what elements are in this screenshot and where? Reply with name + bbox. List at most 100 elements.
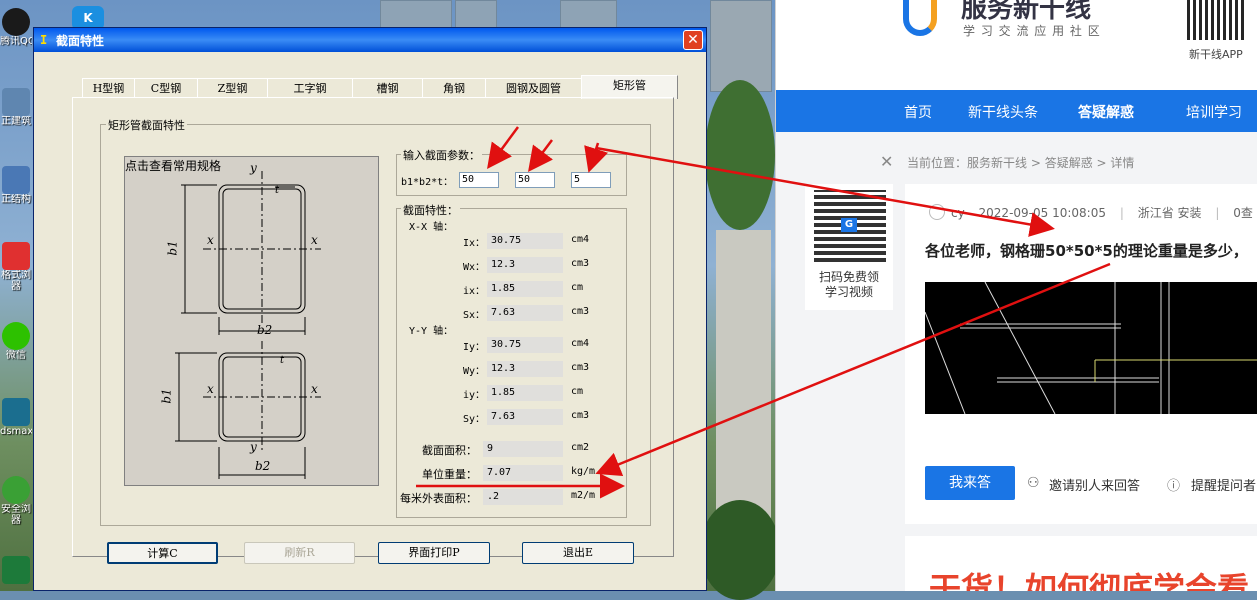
diagram-label-x: x <box>311 382 318 396</box>
background-trees <box>700 500 780 600</box>
app-label[interactable]: 新干线APP <box>1189 46 1243 62</box>
dialog-titlebar[interactable]: I 截面特性 ✕ <box>34 28 706 52</box>
diagram-label-b1: b1 <box>165 240 180 256</box>
desktop-icon-jianzhu[interactable]: 正建筑 <box>0 88 32 127</box>
b1-input[interactable]: 50 <box>459 172 499 188</box>
answer-button[interactable]: 我来答 <box>925 466 1015 500</box>
xx-axis-title: X-X 轴： <box>409 222 454 233</box>
info-icon: ⓘ <box>1167 479 1181 494</box>
post-author[interactable]: cy <box>951 206 965 220</box>
desktop-icon-browser[interactable]: 格式浏 器 <box>0 242 32 292</box>
wechat-icon <box>2 322 30 350</box>
area-label: 截面面积： <box>422 444 477 457</box>
desktop-icon-safe-browser[interactable]: 安全浏 器 <box>0 476 32 526</box>
safe-browser-icon <box>2 476 30 504</box>
desktop-icon-label: 正结构 <box>1 194 31 205</box>
breadcrumb-path[interactable]: 服务新干线 > 答疑解惑 > 详情 <box>967 156 1134 170</box>
ix-unit: cm4 <box>571 234 590 245</box>
wx-label: Wx： <box>462 262 485 273</box>
desktop-icon-wechat[interactable]: 微信 <box>0 322 32 361</box>
diagram-label-x: x <box>207 382 214 396</box>
weight-value: 7.07 <box>483 465 563 481</box>
refresh-button[interactable]: 刷新R <box>244 542 355 564</box>
desktop-icon-label: dsmax <box>0 426 32 437</box>
tab-angle[interactable]: 角钢 <box>422 78 486 98</box>
sy-value: 7.63 <box>487 409 563 425</box>
ix-radius-value: 1.85 <box>487 281 563 297</box>
ix-value: 30.75 <box>487 233 563 249</box>
desktop-icon-3dsmax[interactable]: dsmax <box>0 398 32 437</box>
iy-radius-value: 1.85 <box>487 385 563 401</box>
input-group-title: 输入截面参数： <box>401 147 482 163</box>
ix-radius-label: ix： <box>462 286 485 297</box>
wy-value: 12.3 <box>487 361 563 377</box>
excel-icon <box>2 556 30 584</box>
tab-h-steel[interactable]: H型钢 <box>82 78 135 98</box>
cad-drawing <box>925 282 1257 414</box>
tab-c-steel[interactable]: C型钢 <box>134 78 198 98</box>
nav-qa[interactable]: 答疑解惑 <box>1078 102 1134 122</box>
weight-unit: kg/m <box>571 466 596 477</box>
b2-input[interactable]: 50 <box>515 172 555 188</box>
post-datetime: 2022-09-05 10:08:05 <box>978 206 1106 220</box>
nav-headlines[interactable]: 新干线头条 <box>968 102 1038 122</box>
browser-page: 服务新干线 学 习 交 流 应 用 社 区 新干线APP ✕ 当前位置：服务新干… <box>775 0 1257 591</box>
weight-label: 单位重量： <box>422 468 477 481</box>
diagram-label-b1: b1 <box>159 388 174 404</box>
promo-banner[interactable]: 干货！如何彻底学会看 <box>905 536 1257 591</box>
diagram-label-x: x <box>207 233 214 247</box>
site-logo-icon[interactable] <box>903 0 937 36</box>
user-icon: ⚇ <box>1027 475 1040 491</box>
desktop-icon-excel[interactable] <box>0 556 32 584</box>
tab-channel[interactable]: 槽钢 <box>352 78 423 98</box>
breadcrumb-prefix: 当前位置： <box>907 156 968 170</box>
remind-link[interactable]: 提醒提问者 <box>1191 475 1256 494</box>
desktop-icon-qq[interactable]: 腾讯QQ <box>0 8 32 47</box>
structure-app-icon <box>2 166 30 194</box>
area-value: 9 <box>483 441 563 457</box>
surface-label: 每米外表面积： <box>400 492 477 505</box>
question-title[interactable]: 各位老师，钢格珊50*50*5的理论重量是多少， <box>925 240 1248 261</box>
meta-divider: | <box>1215 206 1220 220</box>
tab-z-steel[interactable]: Z型钢 <box>197 78 268 98</box>
author-avatar[interactable] <box>929 204 945 220</box>
close-button[interactable]: ✕ <box>683 30 703 50</box>
tab-round-pipe[interactable]: 圆钢及圆管 <box>485 78 582 98</box>
question-cad-image[interactable] <box>925 282 1257 414</box>
diagram-label-b2: b2 <box>257 323 273 337</box>
calculate-button[interactable]: 计算C <box>107 542 218 564</box>
desktop-icon-jiegou[interactable]: 正结构 <box>0 166 32 205</box>
wx-unit: cm3 <box>571 258 590 269</box>
close-icon[interactable]: ✕ <box>880 152 893 171</box>
tab-rect-tube[interactable]: 矩形管 <box>581 75 678 99</box>
nav-training[interactable]: 培训学习 <box>1186 102 1242 122</box>
background-monument <box>716 230 771 530</box>
post-category: 安装 <box>1177 206 1202 220</box>
iy-value: 30.75 <box>487 337 563 353</box>
post-meta: cy 2022-09-05 10:08:05 | 浙江省 安装 | 0查 <box>951 204 1253 221</box>
group-title: 矩形管截面特性 <box>106 117 187 133</box>
rect-tube-drawing <box>175 171 321 479</box>
desktop-icon-label: 安全浏 器 <box>1 504 31 526</box>
iy-radius-unit: cm <box>571 386 584 397</box>
properties-title: 截面特性： <box>401 202 460 218</box>
invite-link[interactable]: 邀请别人来回答 <box>1049 475 1140 494</box>
diagram-label-t: t <box>280 355 285 366</box>
site-slogan: 学 习 交 流 应 用 社 区 <box>963 24 1101 38</box>
qq-icon <box>2 8 30 36</box>
iy-unit: cm4 <box>571 338 590 349</box>
app-icon: I <box>40 33 48 47</box>
diagram-label-x: x <box>311 233 318 247</box>
wy-label: Wy： <box>462 366 485 377</box>
page-left-border <box>775 0 776 591</box>
exit-button[interactable]: 退出E <box>522 542 634 564</box>
sx-value: 7.63 <box>487 305 563 321</box>
area-unit: cm2 <box>571 442 590 453</box>
print-button[interactable]: 界面打印P <box>378 542 490 564</box>
section-diagram[interactable]: 点击查看常用规格 y x x t b1 b2 t x x b1 y b2 <box>124 156 379 486</box>
t-input[interactable]: 5 <box>571 172 611 188</box>
nav-home[interactable]: 首页 <box>904 102 932 122</box>
section-properties-dialog: I 截面特性 ✕ H型钢 C型钢 Z型钢 工字钢 槽钢 角钢 圆钢及圆管 矩形管… <box>33 27 707 591</box>
surface-value: .2 <box>483 489 563 505</box>
tab-i-beam[interactable]: 工字钢 <box>267 78 353 98</box>
